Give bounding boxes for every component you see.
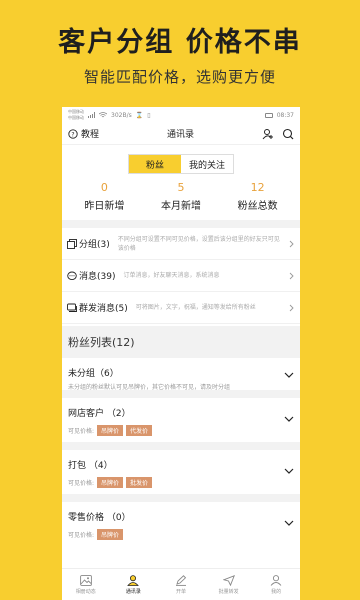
tab-label: 我的 [271, 588, 282, 595]
promo-title: 客户分组 价格不串 [58, 27, 302, 58]
status-time: 08:37 [276, 111, 294, 119]
bottom-tab-bar: 相册动态 通讯录 开单 批量转发 我的 [62, 568, 300, 600]
tutorial-label: 教程 [81, 130, 100, 140]
prices-label: 可见价格: [68, 428, 95, 435]
carrier-label: 中国移动 中国移动 [68, 109, 84, 121]
stat-number: 5 [177, 181, 185, 194]
chevron-right-icon [289, 272, 294, 279]
visible-prices: 可见价格: 吊牌价 代发价 [68, 425, 294, 436]
tab-album[interactable]: 相册动态 [62, 569, 110, 600]
stat-number: 0 [100, 181, 108, 194]
stat-this-month[interactable]: 5 本月新增 [143, 180, 220, 212]
tab-order[interactable]: 开单 [157, 569, 205, 600]
stat-number: 12 [250, 181, 265, 194]
group-description: 未分组的粉丝默认可见吊牌价，其它价格不可见，请及时分组 [68, 384, 231, 391]
tab-label: 开单 [175, 588, 186, 595]
stat-label: 本月新增 [161, 201, 201, 212]
fans-following-toggle: 粉丝 我的关注 [128, 154, 234, 174]
group-name: 零售价格 （0） [68, 513, 131, 523]
chevron-down-icon[interactable] [284, 468, 294, 474]
prices-label: 可见价格: [68, 480, 95, 487]
search-icon[interactable] [282, 128, 294, 140]
add-user-icon[interactable] [262, 128, 274, 140]
menu-groups[interactable]: 分组(3) 不同分组可设置不同可见价格，设置后该分组里的好友只可见该价格 [62, 228, 300, 260]
section-divider [62, 220, 300, 228]
chevron-down-icon[interactable] [284, 520, 294, 526]
contacts-icon [127, 574, 140, 586]
fan-list-title: 粉丝列表 [68, 336, 112, 349]
stats-row: 0 昨日新增 5 本月新增 12 粉丝总数 [62, 180, 300, 212]
phone-screen: 中国移动 中国移动 302B/s ⌛ ▯ 08:37 ? 教程 通讯录 粉丝 我… [62, 107, 300, 600]
vibrate-icon: ▯ [147, 111, 151, 119]
menu-label: 分组(3) [79, 240, 110, 250]
tab-following[interactable]: 我的关注 [181, 155, 233, 173]
pen-icon [175, 574, 187, 586]
tab-fans[interactable]: 粉丝 [129, 155, 181, 173]
status-bar: 中国移动 中国移动 302B/s ⌛ ▯ 08:37 [62, 107, 300, 123]
alarm-icon: ⌛ [135, 111, 144, 119]
price-tag: 吊牌价 [97, 425, 124, 436]
menu-description: 订单消息，好友聊天消息，系统消息 [123, 272, 220, 279]
stat-label: 昨日新增 [84, 201, 125, 212]
visible-prices: 可见价格: 吊牌价 批发价 [68, 477, 294, 488]
group-name: 网店客户 （2） [68, 409, 131, 419]
groups-icon [67, 238, 77, 249]
stat-total[interactable]: 12 粉丝总数 [219, 180, 296, 212]
group-item[interactable]: 零售价格 （0） 可见价格: 吊牌价 [62, 502, 300, 554]
menu-messages[interactable]: 消息(39) 订单消息，好友聊天消息，系统消息 [62, 260, 300, 292]
chevron-down-icon[interactable] [284, 416, 294, 422]
promo-subtitle: 智能匹配价格，选购更方便 [83, 68, 276, 86]
network-speed: 302B/s [111, 111, 132, 119]
help-icon: ? [68, 128, 78, 139]
tab-label: 批量转发 [218, 588, 239, 595]
battery-icon [264, 112, 273, 118]
menu-label: 群发消息(5) [79, 304, 128, 314]
group-name: 打包 （4） [68, 461, 113, 471]
chevron-right-icon [289, 240, 294, 247]
group-name: 未分组（6） [68, 369, 119, 379]
fan-list-header: 粉丝列表 (12) [62, 326, 300, 358]
image-icon [79, 574, 92, 586]
stat-label: 粉丝总数 [237, 201, 278, 212]
visible-prices: 可见价格: 吊牌价 [68, 529, 294, 540]
price-tag: 吊牌价 [97, 529, 124, 540]
menu-broadcast[interactable]: 群发消息(5) 可将图片，文字，祝福，通知等发给所有粉丝 [62, 292, 300, 324]
group-item[interactable]: 网店客户 （2） 可见价格: 吊牌价 代发价 [62, 398, 300, 450]
menu-description: 可将图片，文字，祝福，通知等发给所有粉丝 [135, 304, 256, 311]
chat-icon [67, 271, 77, 280]
wifi-icon [99, 112, 107, 118]
price-tag: 代发价 [126, 425, 153, 436]
tab-label: 相册动态 [75, 588, 96, 595]
svg-text:?: ? [71, 131, 74, 138]
chevron-down-icon[interactable] [284, 372, 294, 378]
menu-label: 消息(39) [79, 272, 116, 282]
menu-description: 不同分组可设置不同可见价格，设置后该分组里的好友只可见该价格 [117, 235, 280, 252]
stat-yesterday[interactable]: 0 昨日新增 [66, 180, 143, 212]
signal-icon [88, 112, 95, 118]
group-item[interactable]: 未分组（6） 未分组的粉丝默认可见吊牌价，其它价格不可见，请及时分组 [62, 358, 300, 398]
tab-forward[interactable]: 批量转发 [205, 569, 253, 600]
user-icon [270, 574, 282, 586]
nav-bar: ? 教程 通讯录 [62, 123, 300, 145]
group-item[interactable]: 打包 （4） 可见价格: 吊牌价 批发价 [62, 450, 300, 502]
price-tag: 批发价 [126, 477, 153, 488]
send-icon [222, 574, 235, 586]
prices-label: 可见价格: [68, 532, 95, 539]
tutorial-button[interactable]: ? 教程 [68, 127, 99, 140]
broadcast-icon [67, 303, 77, 312]
tab-contacts[interactable]: 通讯录 [110, 569, 158, 600]
page-title: 通讯录 [167, 130, 195, 140]
fan-list-count: (12) [112, 335, 135, 349]
carrier-line-2: 中国移动 [68, 115, 84, 120]
tab-label: 通讯录 [125, 588, 141, 595]
chevron-right-icon [289, 304, 294, 311]
tab-me[interactable]: 我的 [252, 569, 300, 600]
price-tag: 吊牌价 [97, 477, 124, 488]
